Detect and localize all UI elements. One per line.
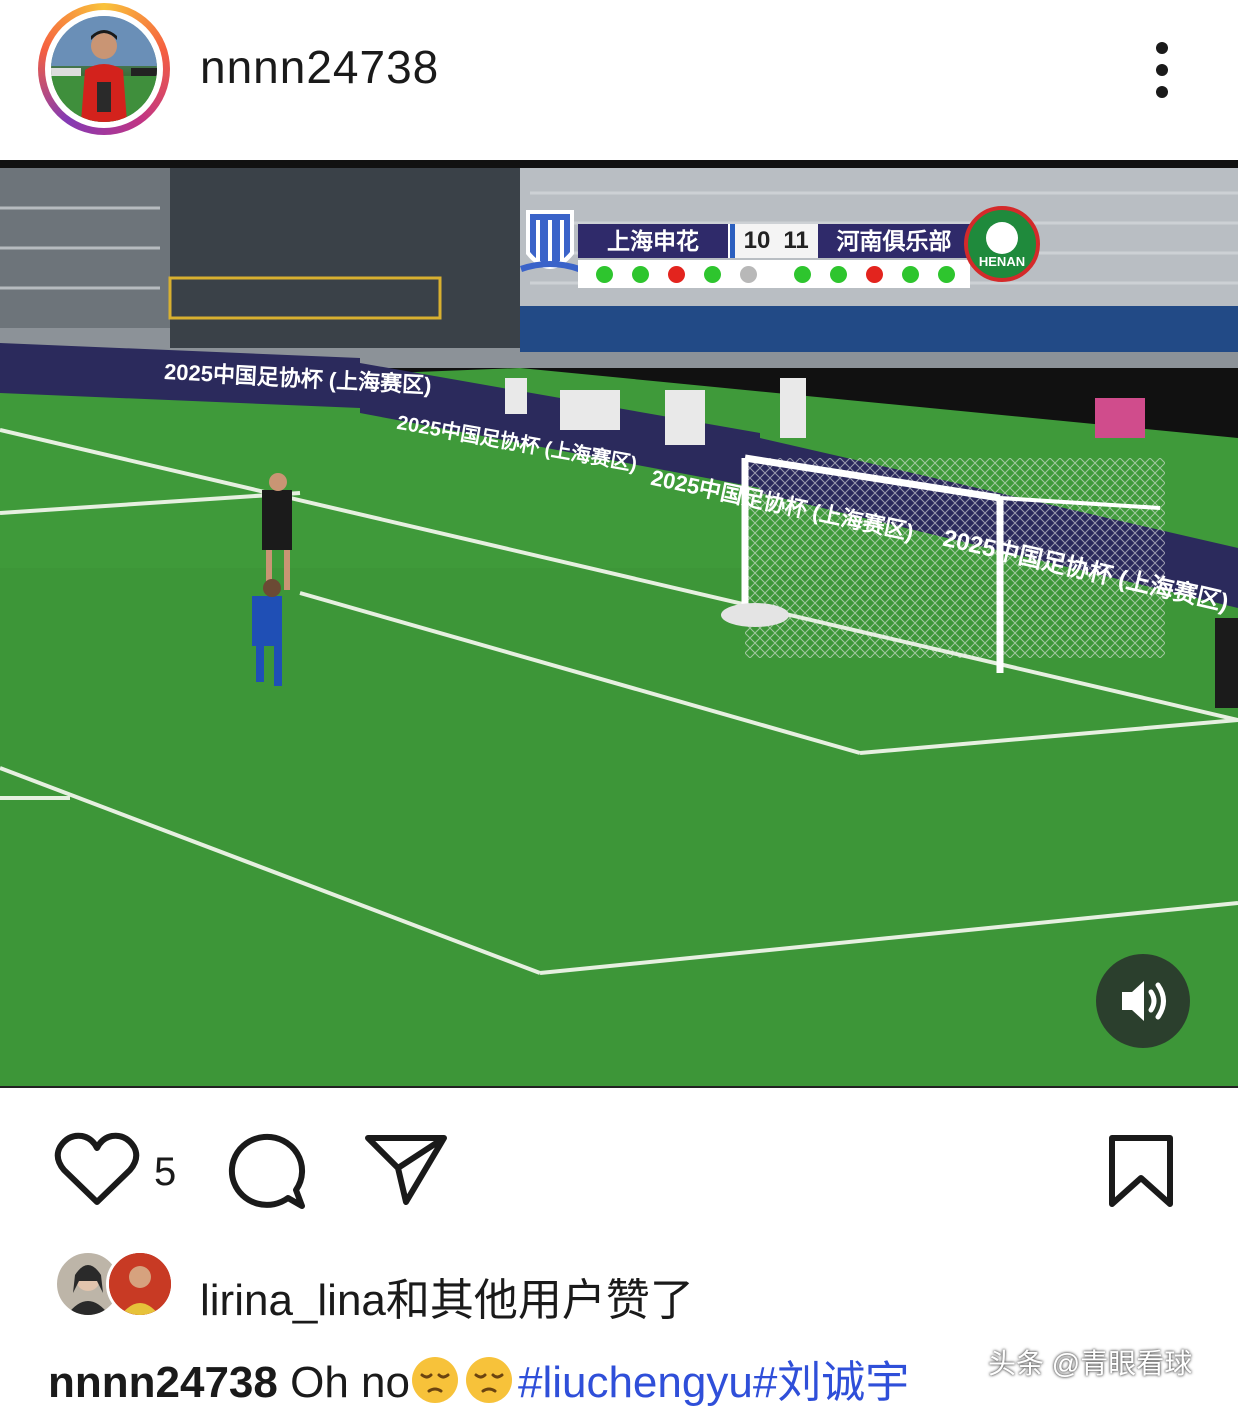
share-send-icon[interactable]: [364, 1132, 448, 1206]
liker-avatar: [106, 1250, 174, 1318]
like-count[interactable]: 5: [154, 1150, 176, 1195]
away-kick-dot: [866, 266, 883, 283]
away-kick-dot: [830, 266, 847, 283]
post-video[interactable]: 2025中国足协杯 (上海赛区) 2025中国足协杯 (上海赛区) 2025中国…: [0, 160, 1238, 1088]
away-kick-dot: [794, 266, 811, 283]
like-heart-icon[interactable]: [54, 1132, 140, 1208]
home-score: 10: [730, 224, 779, 258]
home-kick-dot: [596, 266, 613, 283]
liked-by-row[interactable]: lirina_lina和其他用户赞了: [0, 1250, 1238, 1330]
caption-username[interactable]: nnnn24738: [48, 1358, 278, 1407]
profile-avatar[interactable]: [38, 3, 170, 135]
henan-badge-text: HENAN: [978, 254, 1026, 269]
home-kick-dot: [632, 266, 649, 283]
home-kick-dot: [740, 266, 757, 283]
home-kick-dot: [668, 266, 685, 283]
penalty-kick-dots: [578, 260, 970, 288]
home-kick-dot: [704, 266, 721, 283]
penalty-scoreboard: 上海申花 10 11 河南俱乐部 HENAN: [520, 206, 1040, 298]
pensive-face-emoji-icon: [465, 1357, 512, 1403]
action-bar: [0, 1090, 1238, 1250]
away-team-name: 河南俱乐部: [818, 224, 970, 258]
liked-by-text: lirina_lina和其他用户赞了: [200, 1276, 694, 1325]
caption-text: Oh no: [277, 1358, 410, 1407]
pensive-face-emoji-icon: [411, 1357, 458, 1403]
more-options-button[interactable]: [1140, 38, 1184, 102]
comment-bubble-icon[interactable]: [224, 1132, 308, 1212]
toutiao-watermark: 头条 @青眼看球: [988, 1348, 1193, 1379]
video-frame: [0, 168, 1238, 1086]
post-header: nnnn24738: [0, 0, 1238, 160]
bookmark-icon[interactable]: [1106, 1134, 1176, 1210]
sound-toggle-button[interactable]: [1096, 954, 1190, 1048]
home-team-name: 上海申花: [578, 224, 728, 258]
henan-badge-icon: HENAN: [964, 206, 1040, 282]
away-kick-dot: [938, 266, 955, 283]
away-score: 11: [774, 224, 823, 258]
away-kick-dot: [902, 266, 919, 283]
avatar-photo: [51, 16, 157, 122]
header-username[interactable]: nnnn24738: [200, 40, 439, 94]
caption-hashtags[interactable]: #liuchengyu#刘诚宇: [518, 1358, 909, 1407]
shanghai-shenhua-badge-icon: [520, 210, 580, 272]
post-caption: nnnn24738 Oh no #liuchengyu#刘诚宇: [48, 1346, 909, 1410]
speaker-icon: [1122, 981, 1166, 1021]
